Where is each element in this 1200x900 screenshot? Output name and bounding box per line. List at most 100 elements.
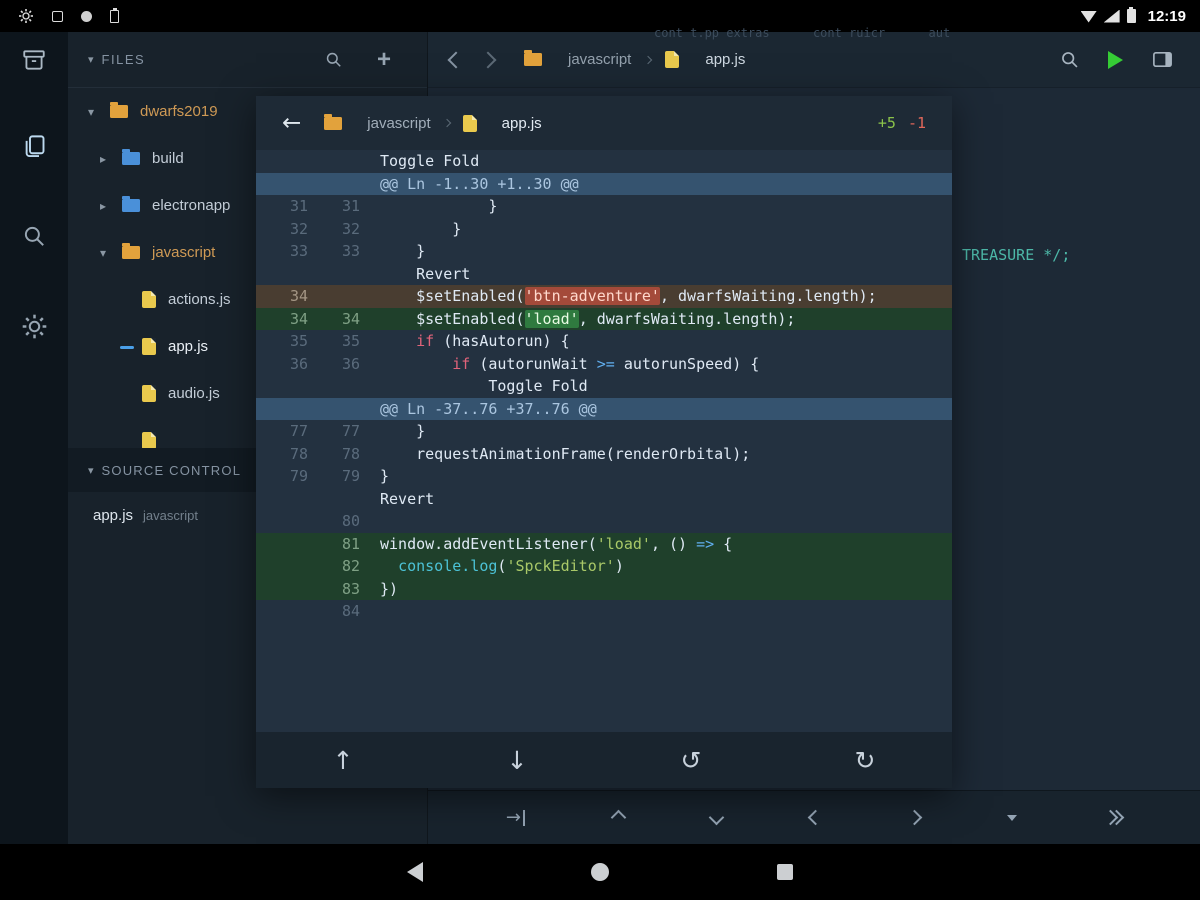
ghost-editor-text: cont t.pp extras cont ruicr aut <box>654 26 950 40</box>
status-clock: 12:19 <box>1148 8 1186 25</box>
new-line-number <box>308 173 360 196</box>
old-line-number <box>256 555 308 578</box>
caret-down-icon[interactable]: ▾ <box>88 53 94 66</box>
diff-action-toggle-fold[interactable]: Toggle Fold <box>256 375 952 398</box>
file-icon <box>665 51 679 68</box>
android-back-button[interactable] <box>407 862 423 882</box>
diff-row-ctx: 80 <box>256 510 952 533</box>
android-nav-bar <box>0 844 1200 900</box>
sidebar-item-projects[interactable] <box>0 32 68 88</box>
old-line-number: 79 <box>256 465 308 488</box>
deletions-count: -1 <box>908 114 926 132</box>
back-arrow-button[interactable]: ← <box>282 112 301 135</box>
new-line-number: 81 <box>308 533 360 556</box>
breadcrumb-file[interactable]: app.js <box>705 51 745 68</box>
old-line-number <box>256 510 308 533</box>
toggle-preview-panel-icon[interactable] <box>1151 48 1174 71</box>
new-line-number <box>308 398 360 421</box>
new-line-number: 35 <box>308 330 360 353</box>
old-line-number <box>256 263 308 286</box>
caret-down-icon[interactable]: ▾ <box>88 105 110 119</box>
redo-button[interactable]: ↻ <box>855 748 876 773</box>
folder-icon <box>122 199 140 212</box>
diff-row-ctx: 7777 } <box>256 420 952 443</box>
sidebar-item-search[interactable] <box>0 208 68 264</box>
new-line-number: 32 <box>308 218 360 241</box>
battery-icon <box>1127 9 1136 23</box>
sidebar-item-files[interactable] <box>0 118 68 174</box>
sidebar-item-settings[interactable] <box>0 298 68 354</box>
dropdown-button[interactable] <box>1007 815 1017 821</box>
new-line-number <box>308 263 360 286</box>
diff-row-added: 83}) <box>256 578 952 601</box>
run-button[interactable] <box>1108 51 1123 69</box>
previous-change-button[interactable]: ↑ <box>333 748 354 773</box>
changed-file-name: app.js <box>93 507 133 524</box>
diff-breadcrumb-file: app.js <box>502 115 542 132</box>
diff-footer: ↑ ↓ ↺ ↻ <box>256 732 952 788</box>
folder-icon <box>110 105 128 118</box>
caret-down-icon[interactable]: ▾ <box>100 246 122 260</box>
nav-forward-button[interactable] <box>480 51 497 68</box>
status-gear-icon <box>18 8 34 24</box>
diff-row-ctx: 3131 } <box>256 195 952 218</box>
arrow-up-key-button[interactable] <box>610 810 626 826</box>
old-line-number <box>256 600 308 623</box>
code-line <box>380 600 952 623</box>
folder-icon <box>122 246 140 259</box>
wifi-icon <box>1081 10 1097 23</box>
diff-action-revert[interactable]: Revert <box>256 263 952 286</box>
android-home-button[interactable] <box>591 863 609 881</box>
tree-item-label: dwarfs2019 <box>140 103 218 120</box>
caret-right-icon[interactable]: ▸ <box>100 199 122 213</box>
editor-search-icon[interactable] <box>1059 49 1080 70</box>
files-panel-header: ▾ FILES + <box>68 32 427 88</box>
code-line: if (autorunWait >= autorunSpeed) { <box>380 353 952 376</box>
search-icon <box>21 223 47 249</box>
breadcrumb-folder[interactable]: javascript <box>568 51 631 68</box>
old-line-number: 34 <box>256 308 308 331</box>
diff-action-toggle-fold[interactable]: Toggle Fold <box>256 150 952 173</box>
arrow-right-key-button[interactable] <box>906 810 922 826</box>
tab-key-button[interactable]: → <box>506 809 525 827</box>
android-status-bar: 12:19 <box>0 0 1200 32</box>
diff-row-added: 82 console.log('SpckEditor') <box>256 555 952 578</box>
file-search-icon[interactable] <box>324 50 343 69</box>
status-clipboard-icon <box>110 10 119 23</box>
new-line-number: 83 <box>308 578 360 601</box>
status-notification-icon <box>52 11 63 22</box>
double-chevron-right-button[interactable] <box>1105 812 1122 823</box>
tree-item-label: electronapp <box>152 197 230 214</box>
files-copy-icon <box>21 133 48 160</box>
old-line-number <box>256 533 308 556</box>
arrow-down-key-button[interactable] <box>709 810 725 826</box>
caret-down-icon[interactable]: ▾ <box>88 464 94 477</box>
new-file-button[interactable]: + <box>377 48 391 72</box>
file-icon <box>142 291 156 308</box>
modified-marker <box>120 340 142 354</box>
code-line: Toggle Fold <box>380 150 952 173</box>
undo-button[interactable]: ↺ <box>681 748 702 773</box>
new-line-number: 84 <box>308 600 360 623</box>
android-recents-button[interactable] <box>777 864 793 880</box>
next-change-button[interactable]: ↓ <box>507 748 528 773</box>
old-line-number: 77 <box>256 420 308 443</box>
old-line-number: 33 <box>256 240 308 263</box>
nav-back-button[interactable] <box>448 51 465 68</box>
additions-count: +5 <box>878 114 896 132</box>
code-line: Toggle Fold <box>380 375 952 398</box>
diff-hunk-header[interactable]: @@ Ln -37..76 +37..76 @@ <box>256 398 952 421</box>
code-line: window.addEventListener('load', () => { <box>380 533 952 556</box>
old-line-number: 32 <box>256 218 308 241</box>
arrow-left-key-button[interactable] <box>808 810 824 826</box>
editor-toolbar: javascript app.js <box>428 32 1200 88</box>
new-line-number <box>308 285 360 308</box>
diff-hunk-header[interactable]: @@ Ln -1..30 +1..30 @@ <box>256 173 952 196</box>
diff-action-revert[interactable]: Revert <box>256 488 952 511</box>
new-line-number <box>308 488 360 511</box>
caret-right-icon[interactable]: ▸ <box>100 152 122 166</box>
file-icon <box>142 385 156 402</box>
new-line-number <box>308 375 360 398</box>
code-line: $setEnabled('btn-adventure', dwarfsWaiti… <box>380 285 952 308</box>
code-line: Revert <box>380 488 952 511</box>
